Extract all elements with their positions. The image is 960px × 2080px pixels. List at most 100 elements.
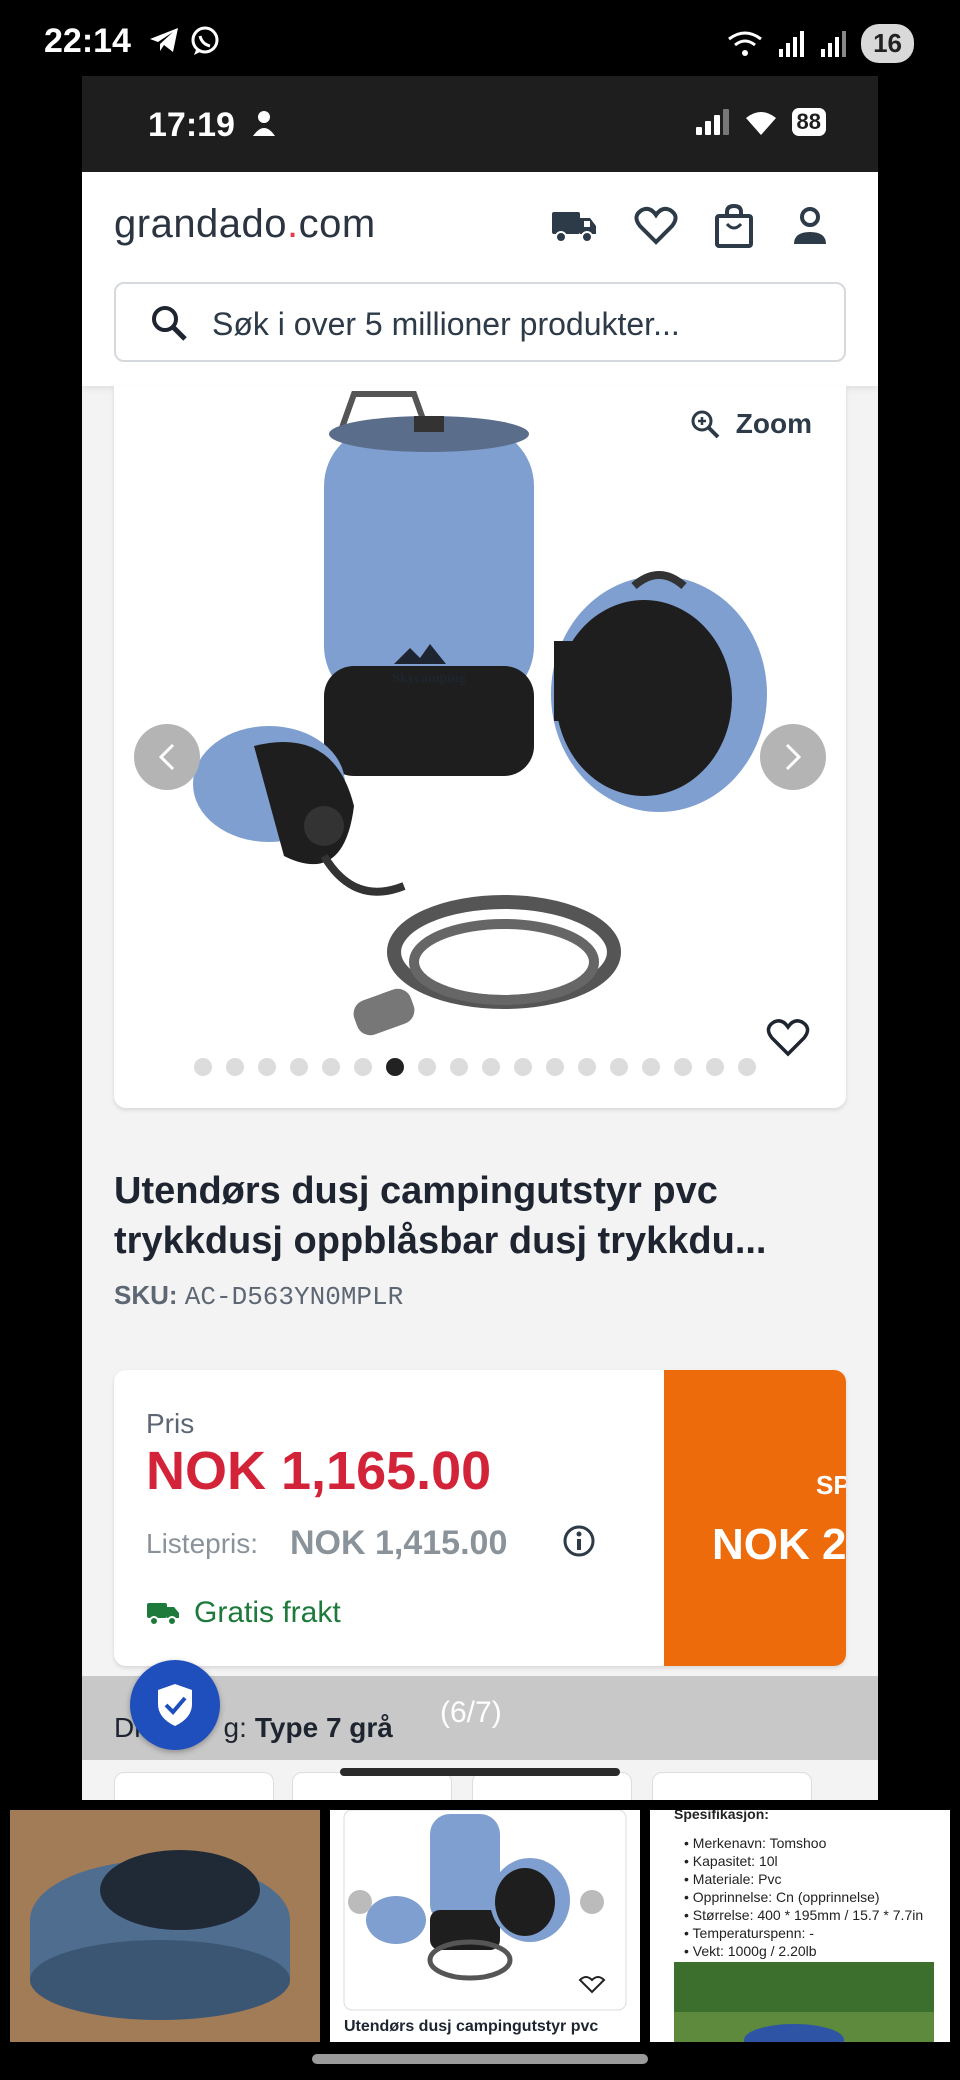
logo-domain: com (298, 202, 376, 246)
logo-dot: . (287, 202, 299, 246)
gallery-pagination (194, 1058, 756, 1076)
thumbnail-bag-photo[interactable] (10, 1810, 320, 2042)
spec-item: • Temperaturspenn: - (684, 1925, 814, 1941)
pagination-dot[interactable] (418, 1058, 436, 1076)
outer-status-icons: 16 (725, 24, 914, 63)
pagination-dot[interactable] (546, 1058, 564, 1076)
current-price: NOK 1,165.00 (146, 1441, 492, 1501)
zoom-in-icon (691, 410, 720, 439)
pagination-dot[interactable] (194, 1058, 212, 1076)
pagination-dot[interactable] (290, 1058, 308, 1076)
thumbnail-specifications[interactable]: Spesifikasjon: • Merkenavn: Tomshoo • Kap… (650, 1810, 950, 2042)
thumbnail-product-page[interactable]: Utendørs dusj campingutstyr pvc (330, 1810, 640, 2042)
spec-list: • Merkenavn: Tomshoo • Kapasitet: 10l • Ma… (684, 1834, 923, 1960)
signal-icon (779, 30, 805, 57)
shield-check-icon (158, 1684, 192, 1726)
wifi-icon (728, 31, 762, 56)
spec-item: • Vekt: 1000g / 2.20lb (684, 1943, 817, 1959)
product-image-gallery[interactable]: Skycamping Zoom (114, 386, 846, 1108)
product-image: Skycamping (193, 391, 767, 1036)
pagination-dot[interactable] (674, 1058, 692, 1076)
price-label: Pris (146, 1408, 195, 1439)
spec-item: • Kapasitet: 10l (684, 1853, 778, 1869)
shipping-truck-icon (147, 1603, 179, 1626)
add-to-wishlist-button[interactable] (766, 1018, 810, 1063)
chevron-left-icon (158, 743, 175, 771)
shipping-info: Gratis frakt (146, 1596, 341, 1630)
image-counter: (6/7) (440, 1696, 502, 1729)
pagination-dot[interactable] (386, 1058, 404, 1076)
header-icons (550, 204, 830, 248)
spec-item: • Merkenavn: Tomshoo (684, 1835, 827, 1851)
sku-value: AC-D563YN0MPLR (184, 1282, 404, 1312)
pagination-dot[interactable] (578, 1058, 596, 1076)
battery-level: 16 (861, 24, 914, 63)
viber-icon (190, 26, 220, 61)
inner-status-bar: 17:19 88 (82, 76, 878, 172)
gallery-prev-button[interactable] (134, 724, 200, 790)
variant-thumbnails (82, 1760, 878, 1800)
pagination-dot[interactable] (322, 1058, 340, 1076)
sale-banner[interactable]: SP NOK 2 (664, 1370, 846, 1666)
product-title: Utendørs dusj campingutstyr pvc trykkdus… (114, 1170, 767, 1262)
gallery-next-button[interactable] (760, 724, 826, 790)
signal-icon-2 (821, 30, 847, 57)
info-icon[interactable] (562, 1524, 596, 1563)
variant-option[interactable] (292, 1772, 452, 1800)
spec-heading: Spesifikasjon: (674, 1810, 769, 1822)
sale-price: NOK 2 (712, 1520, 846, 1569)
delivery-truck-icon[interactable] (550, 206, 598, 246)
outdoor-photo (674, 1962, 934, 2042)
cell-signal-icon (695, 109, 729, 135)
bag-photo-image (10, 1810, 320, 2042)
telegram-icon (148, 26, 180, 59)
pagination-dot[interactable] (514, 1058, 532, 1076)
list-price-label: Listepris: (146, 1528, 259, 1559)
account-icon[interactable] (790, 206, 830, 246)
outer-clock: 22:14 (44, 22, 131, 60)
pagination-dot[interactable] (706, 1058, 724, 1076)
brand-mark: Skycamping (392, 671, 466, 686)
spec-item: • Opprinnelse: Cn (opprinnelse) (684, 1889, 880, 1905)
battery-percent: 88 (791, 108, 826, 136)
variant-option[interactable] (472, 1772, 632, 1800)
home-indicator (312, 2054, 648, 2064)
search-icon (150, 304, 188, 347)
thumbnail-product-title: Utendørs dusj campingutstyr pvc (344, 2018, 599, 2035)
wishlist-heart-icon[interactable] (634, 206, 678, 246)
product-page-preview (343, 1810, 627, 2011)
person-icon (252, 110, 276, 141)
search-placeholder: Søk i over 5 millioner produkter... (212, 306, 680, 342)
pagination-dot[interactable] (450, 1058, 468, 1076)
list-price-value: NOK 1,415.00 (290, 1524, 508, 1562)
screenshot-thumbnail-strip: Utendørs dusj campingutstyr pvc Spesifik… (0, 1810, 960, 2042)
product-sku: SKU: AC-D563YN0MPLR (114, 1280, 403, 1312)
spec-item: • Størrelse: 400 * 195mm / 15.7 * 7.7in (684, 1907, 924, 1923)
outer-status-bar: 22:14 16 (0, 0, 960, 76)
variant-option[interactable] (114, 1772, 274, 1800)
pagination-dot[interactable] (738, 1058, 756, 1076)
wifi-icon (745, 112, 776, 135)
pagination-dot[interactable] (258, 1058, 276, 1076)
pagination-dot[interactable] (642, 1058, 660, 1076)
zoom-button[interactable]: Zoom (690, 408, 812, 440)
shopping-bag-icon[interactable] (714, 204, 754, 248)
inner-status-icons: 88 (694, 108, 826, 136)
pagination-dot[interactable] (610, 1058, 628, 1076)
buyer-protection-button[interactable] (130, 1660, 220, 1750)
inner-clock: 17:19 (148, 106, 235, 144)
variant-option[interactable] (652, 1772, 812, 1800)
site-header: grandado.com Søk i over 5 millioner prod… (82, 172, 878, 386)
inner-home-indicator (340, 1768, 620, 1776)
price-card: Pris NOK 1,165.00 Listepris: NOK 1,415.0… (114, 1370, 846, 1666)
heart-icon (766, 1019, 810, 1057)
variant-label-end: g: (223, 1712, 247, 1743)
search-input[interactable]: Søk i over 5 millioner produkter... (114, 282, 846, 362)
pagination-dot[interactable] (482, 1058, 500, 1076)
logo-text: grandado (114, 202, 288, 246)
site-logo[interactable]: grandado.com (114, 202, 376, 247)
pagination-dot[interactable] (354, 1058, 372, 1076)
pagination-dot[interactable] (226, 1058, 244, 1076)
shipping-text: Gratis frakt (194, 1596, 341, 1629)
sale-label: SP (816, 1470, 846, 1500)
